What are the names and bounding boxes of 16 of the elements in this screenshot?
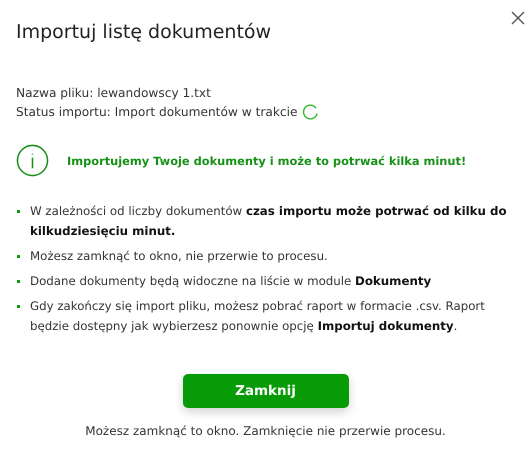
bullet-text: Gdy zakończy się import pliku, możesz pobrać raport w formacie .csv. Raport będzie dostępny jak wybierzesz ponownie opcję Importuj dokumenty. bbox=[30, 298, 486, 335]
info-message: Importujemy Twoje dokumenty i może to potrwać kilka minut! bbox=[67, 154, 466, 168]
bullet-text: W zależności od liczby dokumentów czas importu może potrwać od kilku do kilkudziesięciu minut. bbox=[30, 203, 508, 240]
close-button[interactable] bbox=[509, 9, 527, 27]
bullet-text: Możesz zamknąć to okno, nie przerwie to procesu. bbox=[30, 248, 328, 265]
dialog-title: Importuj listę dokumentów bbox=[16, 21, 272, 43]
bullet-icon bbox=[17, 280, 20, 283]
bullet-icon bbox=[17, 210, 20, 213]
import-status-text: Status importu: Import dokumentów w trakcie bbox=[16, 104, 298, 118]
close-button[interactable]: Zamknij bbox=[182, 374, 348, 408]
footer-note: Możesz zamknąć to okno. Zamknięcie nie przerwie procesu. bbox=[84, 424, 447, 438]
file-name-text: Nazwa pliku: lewandowscy 1.txt bbox=[16, 84, 212, 102]
info-icon bbox=[16, 144, 49, 177]
bullet-icon bbox=[17, 305, 20, 308]
bullet-text: Dodane dokumenty będą widoczne na liście w module Dokumenty bbox=[30, 273, 432, 290]
bullet-icon bbox=[17, 255, 20, 258]
